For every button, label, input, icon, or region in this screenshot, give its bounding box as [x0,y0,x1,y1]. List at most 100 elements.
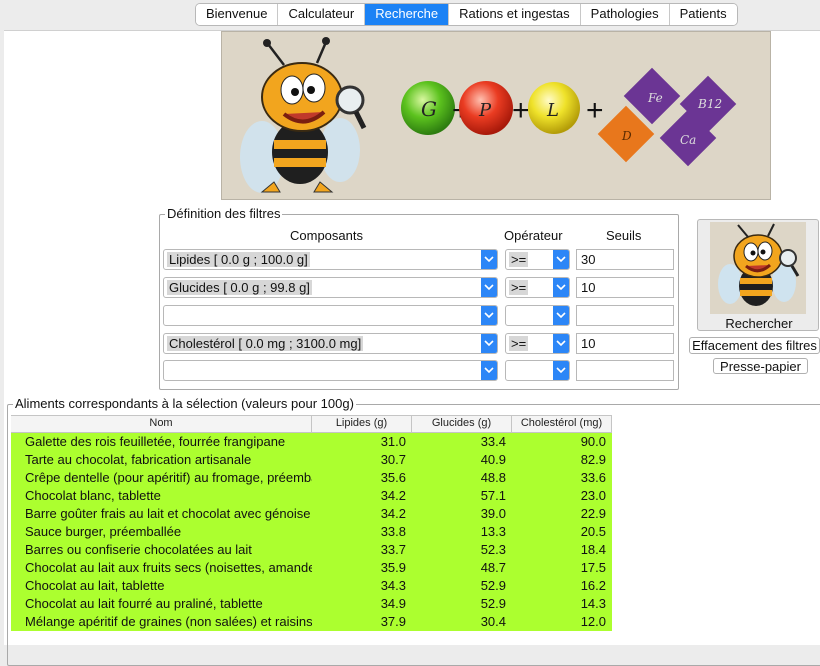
col-operator-header: Opérateur [504,228,563,243]
food-name-cell: Galette des rois feuilletée, fourrée fra… [25,434,286,449]
table-row[interactable]: Sauce burger, préemballée 33.8 13.3 20.5 [11,523,612,541]
svg-text:+: + [586,94,604,127]
component-select-1[interactable]: Lipides [ 0.0 g ; 100.0 g] [163,249,498,270]
clipboard-button[interactable]: Presse-papier [713,358,808,374]
col-threshold-header: Seuils [606,228,642,243]
filters-legend: Définition des filtres [165,206,283,221]
chevron-down-icon[interactable] [553,250,569,269]
chevron-down-icon[interactable] [553,361,569,380]
cholesterol-cell: 17.5 [580,560,606,575]
component-select-value: Glucides [ 0.0 g ; 99.8 g] [167,280,312,295]
svg-text:P: P [478,100,492,121]
table-header: Nom Lipides (g) Glucides (g) Cholestérol… [11,415,612,433]
table-body: Galette des rois feuilletée, fourrée fra… [11,433,612,631]
cholesterol-cell: 14.3 [580,596,606,611]
glucides-cell: 52.9 [480,578,506,593]
tab-bienvenue[interactable]: Bienvenue [196,4,279,25]
table-row[interactable]: Galette des rois feuilletée, fourrée fra… [11,433,612,451]
glucides-cell: 57.1 [480,488,506,503]
svg-text:D: D [621,129,632,143]
column-header-lipides[interactable]: Lipides (g) [312,416,412,432]
food-name-cell: Barre goûter frais au lait et chocolat a… [25,506,311,521]
cholesterol-cell: 22.9 [580,506,606,521]
threshold-input-5[interactable] [576,360,674,381]
table-row[interactable]: Chocolat blanc, tablette 34.2 57.1 23.0 [11,487,612,505]
col-components-header: Composants [290,228,363,243]
chevron-down-icon[interactable] [553,334,569,353]
operator-select-2[interactable]: >= [505,277,570,298]
column-header-glucides[interactable]: Glucides (g) [412,416,512,432]
food-name-cell: Chocolat au lait aux fruits secs (noiset… [25,560,312,575]
threshold-input-4[interactable]: 10 [576,333,674,354]
tab-patients[interactable]: Patients [669,4,737,25]
operator-select-value: >= [509,252,529,267]
chevron-down-icon[interactable] [481,306,497,325]
table-row[interactable]: Barre goûter frais au lait et chocolat a… [11,505,612,523]
tab-pathologies[interactable]: Pathologies [580,4,670,25]
table-row[interactable]: Mélange apéritif de graines (non salées)… [11,613,612,631]
lipides-cell: 34.3 [380,578,406,593]
threshold-input-2[interactable]: 10 [576,277,674,298]
lipides-cell: 35.9 [380,560,406,575]
tab-recherche[interactable]: Recherche [365,4,450,25]
table-row[interactable]: Chocolat au lait fourré au praliné, tabl… [11,595,612,613]
results-table: Nom Lipides (g) Glucides (g) Cholestérol… [11,415,612,631]
lipides-cell: 34.9 [380,596,406,611]
chevron-down-icon[interactable] [481,250,497,269]
lipides-cell: 37.9 [380,614,406,629]
chevron-down-icon[interactable] [481,278,497,297]
threshold-input-1[interactable]: 30 [576,249,674,270]
lipides-cell: 31.0 [380,434,406,449]
tab-rations-ingestas[interactable]: Rations et ingestas [449,4,581,25]
table-row[interactable]: Crêpe dentelle (pour apéritif) au fromag… [11,469,612,487]
cholesterol-cell: 23.0 [580,488,606,503]
clear-filters-button[interactable]: Effacement des filtres [689,337,820,354]
table-row[interactable]: Chocolat au lait, tablette 34.3 52.9 16.2 [11,577,612,595]
chevron-down-icon[interactable] [553,278,569,297]
column-header-name[interactable]: Nom [11,416,312,432]
glucides-cell: 33.4 [480,434,506,449]
cholesterol-cell: 90.0 [580,434,606,449]
lipides-cell: 34.2 [380,488,406,503]
lipides-cell: 33.8 [380,524,406,539]
operator-select-1[interactable]: >= [505,249,570,270]
column-header-cholesterol[interactable]: Cholestérol (mg) [512,416,612,432]
chevron-down-icon[interactable] [481,334,497,353]
operator-select-5[interactable] [505,360,570,381]
component-select-5[interactable] [163,360,498,381]
component-select-3[interactable] [163,305,498,326]
chevron-down-icon[interactable] [553,306,569,325]
tab-bar: Bienvenue Calculateur Recherche Rations … [195,3,738,26]
banner-illustration: G + P + L + Fe B12 D Ca [240,37,737,193]
lipides-cell: 33.7 [380,542,406,557]
component-select-2[interactable]: Glucides [ 0.0 g ; 99.8 g] [163,277,498,298]
glucides-cell: 13.3 [480,524,506,539]
lipides-cell: 30.7 [380,452,406,467]
lipides-cell: 34.2 [380,506,406,521]
threshold-input-3[interactable] [576,305,674,326]
glucides-cell: 48.8 [480,470,506,485]
table-row[interactable]: Chocolat au lait aux fruits secs (noiset… [11,559,612,577]
cholesterol-cell: 20.5 [580,524,606,539]
food-name-cell: Sauce burger, préemballée [25,524,182,539]
component-select-value: Lipides [ 0.0 g ; 100.0 g] [167,252,310,267]
cholesterol-cell: 16.2 [580,578,606,593]
component-select-4[interactable]: Cholestérol [ 0.0 mg ; 3100.0 mg] [163,333,498,354]
food-name-cell: Chocolat au lait, tablette [25,578,165,593]
glucides-cell: 52.9 [480,596,506,611]
svg-text:L: L [546,100,559,121]
food-name-cell: Crêpe dentelle (pour apéritif) au fromag… [25,470,312,485]
glucides-cell: 52.3 [480,542,506,557]
food-name-cell: Barres ou confiserie chocolatées au lait [25,542,252,557]
component-select-value: Cholestérol [ 0.0 mg ; 3100.0 mg] [167,336,364,351]
table-row[interactable]: Barres ou confiserie chocolatées au lait… [11,541,612,559]
chevron-down-icon[interactable] [481,361,497,380]
operator-select-4[interactable]: >= [505,333,570,354]
table-row[interactable]: Tarte au chocolat, fabrication artisanal… [11,451,612,469]
operator-select-value: >= [509,280,529,295]
svg-text:B12: B12 [697,97,722,111]
operator-select-3[interactable] [505,305,570,326]
search-button[interactable]: Rechercher [697,219,819,331]
banner: G + P + L + Fe B12 D Ca [221,31,771,200]
tab-calculateur[interactable]: Calculateur [278,4,366,25]
